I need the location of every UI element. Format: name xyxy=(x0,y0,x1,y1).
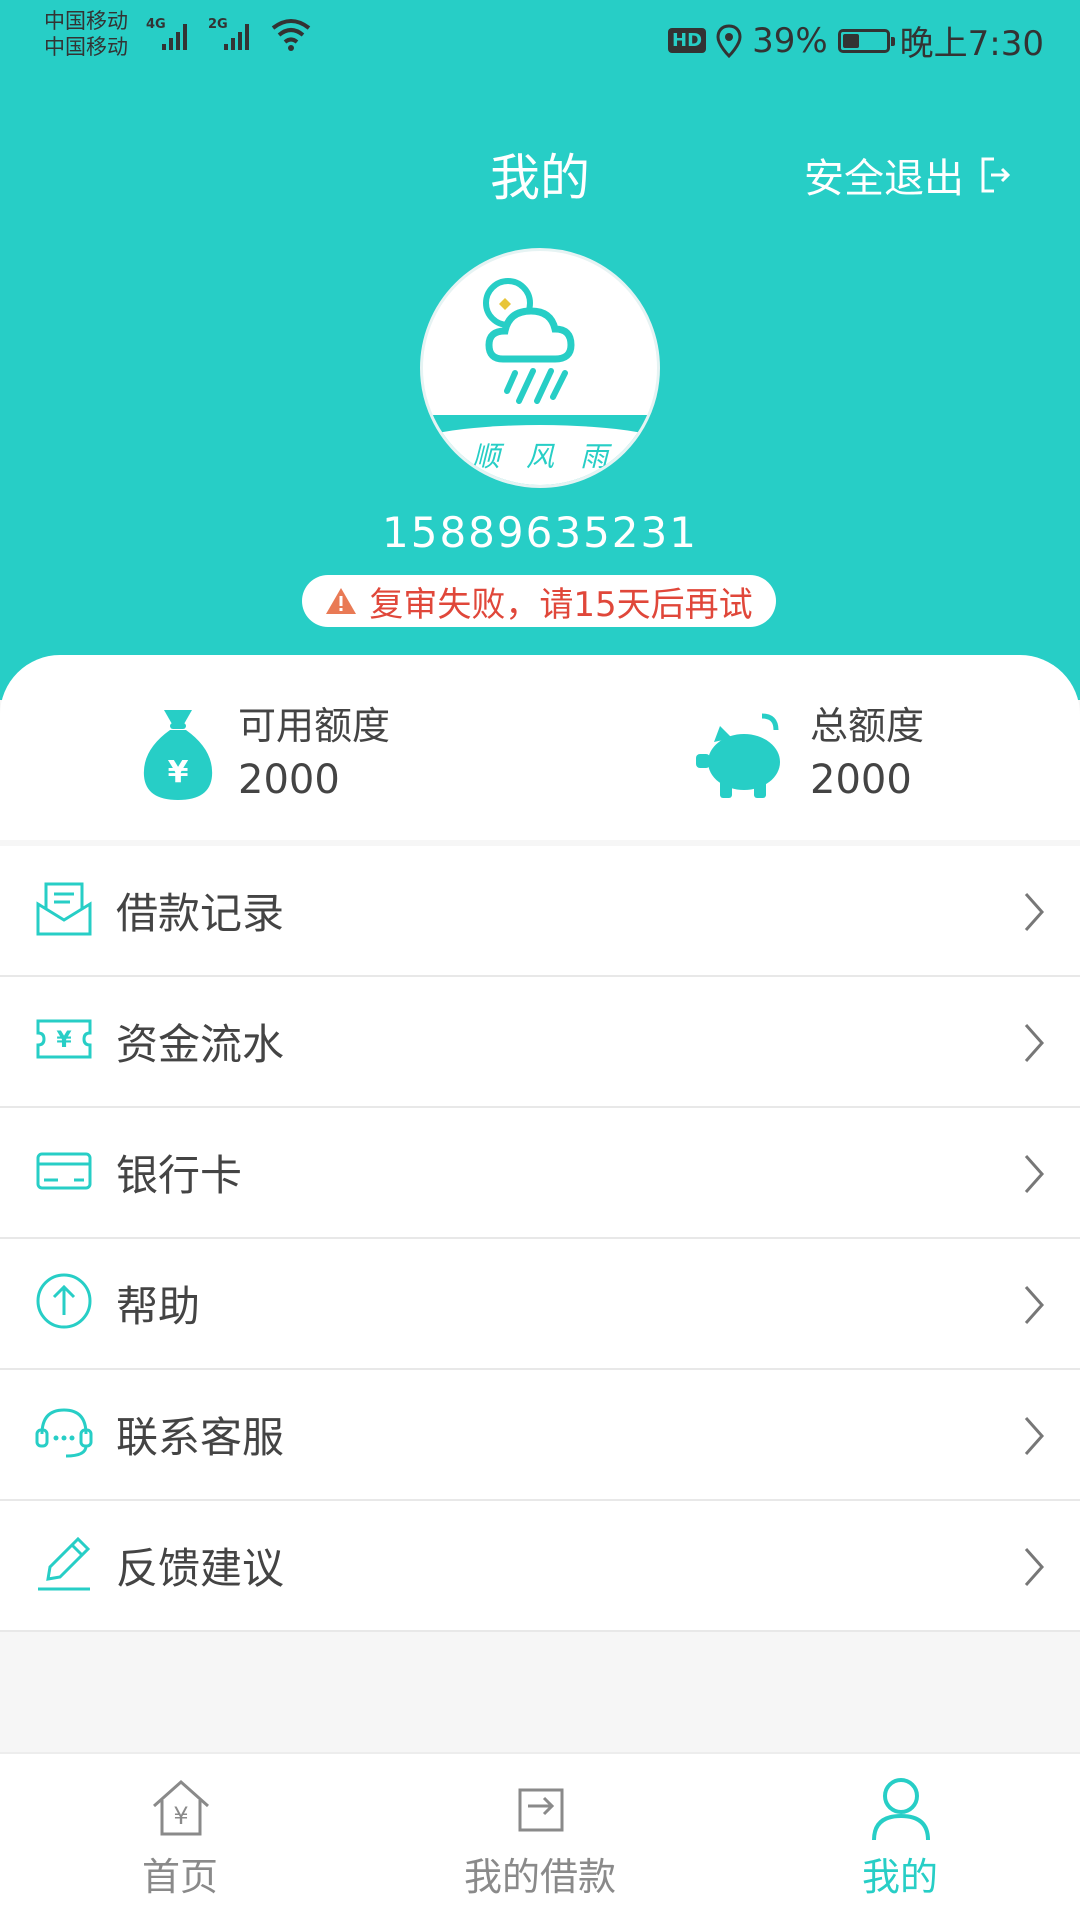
up-arrow-circle-icon xyxy=(36,1273,92,1329)
menu-item-customer-service[interactable]: 联系客服 xyxy=(0,1370,1080,1501)
menu-label: 银行卡 xyxy=(116,1151,243,1200)
available-quota-text: 可用额度 2000 xyxy=(238,700,390,808)
carrier-info: 中国移动 中国移动 xyxy=(44,8,128,60)
status-right: HD 39% 晚上7:30 xyxy=(668,16,1044,65)
chevron-right-icon xyxy=(1024,1548,1045,1586)
logout-icon xyxy=(981,157,1010,193)
tab-my-loans[interactable]: 我的借款 xyxy=(430,1754,650,1922)
warning-icon xyxy=(326,588,357,614)
avatar-brand-text: 顺风雨 xyxy=(471,440,634,473)
header-background: 中国移动 中国移动 4G 2G HD 39% 晚上7:30 我的 安全退出 顺风… xyxy=(0,0,1080,700)
svg-text:¥: ¥ xyxy=(56,1028,72,1053)
menu-item-fund-flow[interactable]: ¥ 资金流水 xyxy=(0,977,1080,1108)
menu-label: 资金流水 xyxy=(116,1020,285,1069)
loan-icon xyxy=(518,1788,564,1832)
menu-label: 帮助 xyxy=(116,1282,201,1331)
ticket-yen-icon: ¥ xyxy=(36,1019,92,1059)
tab-mine[interactable]: 我的 xyxy=(790,1754,1010,1922)
envelope-icon xyxy=(36,882,92,936)
piggy-bank-icon xyxy=(696,713,780,798)
signal-2g-icon: 2G xyxy=(208,17,249,50)
menu-item-feedback[interactable]: 反馈建议 xyxy=(0,1501,1080,1632)
logout-button[interactable]: 安全退出 xyxy=(804,146,1010,204)
battery-percent: 39% xyxy=(752,20,828,61)
hd-badge: HD xyxy=(668,28,707,53)
menu-label: 联系客服 xyxy=(116,1413,285,1462)
user-icon xyxy=(872,1778,930,1841)
user-phone: 15889635231 xyxy=(382,508,698,557)
total-quota-label: 总额度 xyxy=(810,704,925,748)
money-bag-icon: ¥ xyxy=(143,710,213,800)
chevron-right-icon xyxy=(1024,1417,1045,1455)
avatar[interactable]: 顺风雨 xyxy=(420,248,660,488)
menu-label: 反馈建议 xyxy=(116,1544,285,1593)
total-quota: 总额度 2000 xyxy=(692,700,924,808)
chevron-right-icon xyxy=(1024,1155,1045,1193)
available-quota-value: 2000 xyxy=(238,757,340,803)
menu-item-help[interactable]: 帮助 xyxy=(0,1239,1080,1370)
home-yen-icon: ¥ xyxy=(153,1779,209,1836)
headset-icon xyxy=(35,1408,93,1458)
menu-item-loan-records[interactable]: 借款记录 xyxy=(0,846,1080,977)
svg-text:¥: ¥ xyxy=(168,755,189,790)
net-2g-label: 2G xyxy=(208,17,228,32)
battery-icon xyxy=(837,28,895,53)
location-icon xyxy=(716,23,742,58)
tab-label: 首页 xyxy=(141,1855,218,1899)
review-status-text: 复审失败，请15天后再试 xyxy=(369,584,753,625)
total-quota-value: 2000 xyxy=(810,757,912,803)
menu-list: 借款记录 ¥ 资金流水 银行卡 帮助 联系客服 反馈建议 xyxy=(0,846,1080,1632)
total-quota-text: 总额度 2000 xyxy=(810,700,924,808)
review-status-badge: 复审失败，请15天后再试 xyxy=(302,575,776,627)
bottom-tab-bar: ¥ 首页 我的借款 我的 xyxy=(0,1752,1080,1922)
bank-card-icon xyxy=(36,1152,92,1190)
available-quota: ¥ 可用额度 2000 xyxy=(140,700,390,808)
tab-label: 我的借款 xyxy=(463,1855,616,1899)
pencil-icon xyxy=(38,1536,91,1591)
battery-fill xyxy=(842,33,859,48)
menu-label: 借款记录 xyxy=(116,889,285,938)
tab-home[interactable]: ¥ 首页 xyxy=(70,1754,290,1922)
quota-card: ¥ 可用额度 2000 总额度 2000 xyxy=(0,655,1080,840)
menu-item-bank-card[interactable]: 银行卡 xyxy=(0,1108,1080,1239)
clock: 晚上7:30 xyxy=(899,24,1044,64)
status-bar: 中国移动 中国移动 4G 2G HD 39% 晚上7:30 xyxy=(0,0,1080,80)
carrier-2: 中国移动 xyxy=(44,35,128,59)
available-quota-label: 可用额度 xyxy=(238,704,391,748)
chevron-right-icon xyxy=(1024,1024,1045,1062)
net-4g-label: 4G xyxy=(146,17,166,32)
chevron-right-icon xyxy=(1024,1286,1045,1324)
tab-label: 我的 xyxy=(861,1855,938,1899)
wifi-icon xyxy=(271,19,311,51)
chevron-right-icon xyxy=(1024,893,1045,931)
svg-text:¥: ¥ xyxy=(173,1802,188,1830)
carrier-1: 中国移动 xyxy=(44,9,128,33)
logout-label: 安全退出 xyxy=(804,156,964,202)
signal-4g-icon: 4G xyxy=(146,17,187,50)
